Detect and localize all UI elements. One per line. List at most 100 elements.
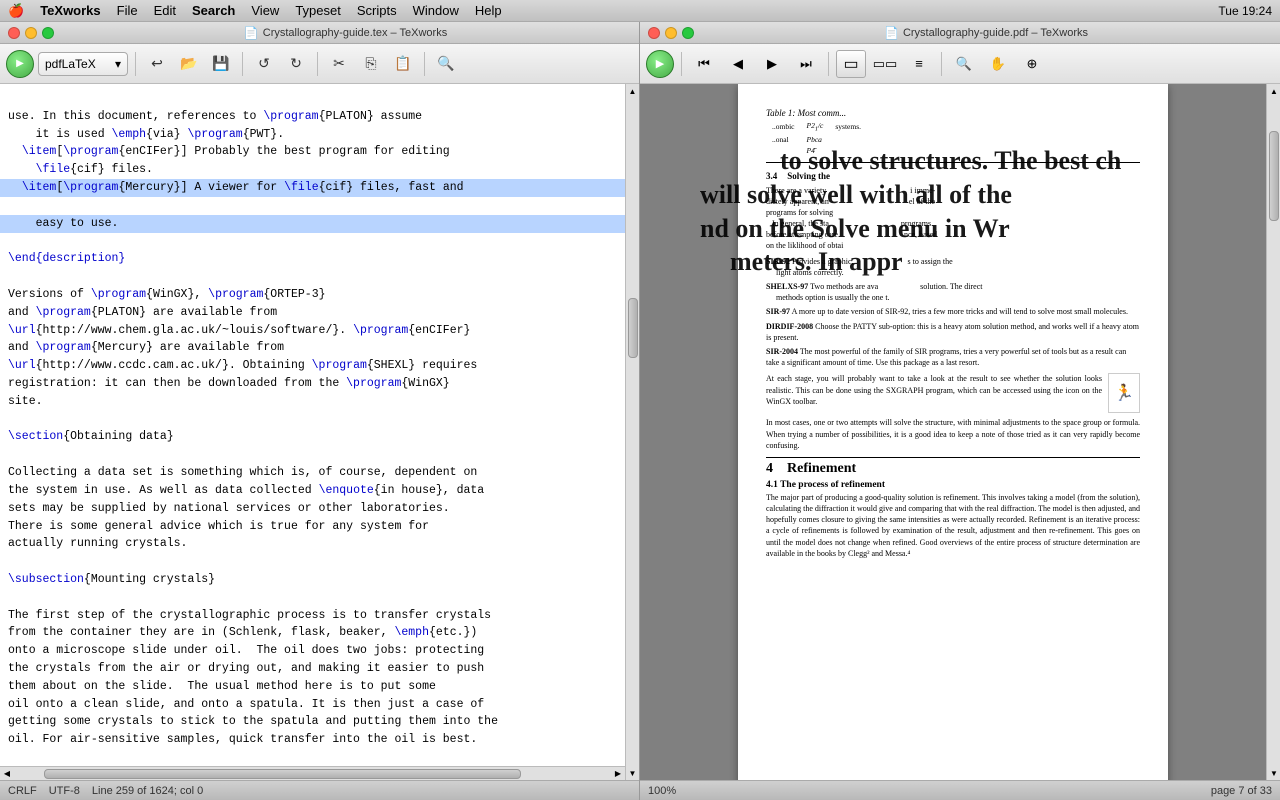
section-3-4-header: 3.4 Solving the (766, 171, 1140, 181)
menu-bar: 🍎 TeXworks File Edit Search View Typeset… (0, 0, 1280, 22)
h-scrollbar-track[interactable] (14, 767, 611, 780)
cut-button[interactable]: ✂ (325, 50, 353, 78)
sir2004-text: The most powerful of the family of SIR p… (766, 347, 1126, 367)
h-scrollbar[interactable]: ◀ ▶ (0, 766, 625, 780)
v-scrollbar[interactable]: ▲ ▼ (625, 84, 639, 780)
pdf-next-page-button[interactable]: ▶ (757, 50, 787, 78)
pdf-page: Table 1: Most comm... ..ombic P21/c syst… (738, 84, 1168, 780)
copy-button[interactable]: ⎘ (357, 50, 385, 78)
table-caption: Table 1: Most comm... (766, 108, 1140, 118)
run-button[interactable]: ▶ (6, 50, 34, 78)
open-button[interactable]: 📂 (175, 50, 203, 78)
redo-button[interactable]: ↻ (282, 50, 310, 78)
pdf-content-area[interactable]: to solve structures. The best ch will so… (640, 84, 1266, 780)
section-4-1-title: 4.1 The process of refinement (766, 480, 885, 490)
table-cell-r3c1 (766, 145, 801, 156)
pdf-first-page-button[interactable]: ⏮ (689, 50, 719, 78)
paste-button[interactable]: 📋 (389, 50, 417, 78)
pdf-v-scrollbar[interactable]: ▲ ▼ (1266, 84, 1280, 780)
pdf-double-page-button[interactable]: ▭▭ (870, 50, 900, 78)
maximize-button[interactable] (42, 27, 54, 39)
pdf-last-page-button[interactable]: ⏭ (791, 50, 821, 78)
dirdif-entry: DIRDIF-2008 Choose the PATTY sub-option:… (766, 321, 1140, 343)
table-cell-r2c2: Pbca (801, 134, 830, 145)
undo2-button[interactable]: ↺ (250, 50, 278, 78)
menu-view[interactable]: View (251, 3, 279, 18)
encoding-status: CRLF (8, 785, 37, 797)
section-4-title: Refinement (787, 461, 856, 476)
pdf-minimize-button[interactable] (665, 27, 677, 39)
pdf-hand-button[interactable]: ✋ (983, 50, 1013, 78)
table-cell-r1c3: systems. (829, 120, 867, 134)
pdf-status-bar: 100% page 7 of 33 (640, 780, 1280, 800)
pdf-scrollbar-thumb[interactable] (1269, 131, 1279, 221)
dropdown-arrow-icon: ▾ (115, 57, 121, 71)
section-4-num-label: 4 (766, 461, 773, 476)
menu-typeset[interactable]: Typeset (295, 3, 341, 18)
pdf-single-page-button[interactable]: ▭ (836, 50, 866, 78)
pdf-maximize-button[interactable] (682, 27, 694, 39)
menu-edit[interactable]: Edit (154, 3, 176, 18)
h-scroll-right[interactable]: ▶ (611, 767, 625, 780)
table-cell-r1c2: P21/c (801, 120, 830, 134)
menu-window[interactable]: Window (413, 3, 459, 18)
pdf-toolbar-sep2 (828, 52, 829, 76)
pdf-scroll-area: to solve structures. The best ch will so… (640, 84, 1280, 780)
table-cell-r3c2: P4̄ (801, 145, 830, 156)
sir97-entry: SIR-97 A more up to date version of SIR-… (766, 306, 1140, 317)
h-scroll-left[interactable]: ◀ (0, 767, 14, 780)
scroll-up-arrow[interactable]: ▲ (626, 84, 640, 98)
pdf-close-button[interactable] (648, 27, 660, 39)
scrollbar-thumb[interactable] (628, 298, 638, 358)
system-time: Tue 19:24 (1218, 4, 1272, 18)
sir97-text: A more up to date version of SIR-92, tri… (792, 307, 1128, 316)
apple-menu[interactable]: 🍎 (8, 3, 24, 19)
editor-main: use. In this document, references to \pr… (0, 84, 625, 780)
menu-search[interactable]: Search (192, 3, 235, 18)
menu-help[interactable]: Help (475, 3, 502, 18)
pdf-prev-page-button[interactable]: ◀ (723, 50, 753, 78)
close-button[interactable] (8, 27, 20, 39)
pdf-select-button[interactable]: ⊕ (1017, 50, 1047, 78)
pdf-zoom-button[interactable]: 🔍 (949, 50, 979, 78)
search-button[interactable]: 🔍 (432, 50, 460, 78)
sir92-label: SIR-92 (766, 257, 790, 266)
dirdif-label: DIRDIF-2008 (766, 322, 813, 331)
sxgraph-para: At each stage, you will probably want to… (766, 373, 1140, 413)
h-scrollbar-thumb[interactable] (44, 769, 522, 779)
menu-scripts[interactable]: Scripts (357, 3, 397, 18)
section-3-4-num: 3.4 (766, 171, 777, 181)
menu-file[interactable]: File (117, 3, 138, 18)
pdf-scroll-up[interactable]: ▲ (1267, 84, 1280, 98)
tex-editor-window: 📄 Crystallography-guide.tex – TeXworks ▶… (0, 22, 640, 800)
pdf-file-icon: 📄 (884, 26, 899, 40)
para-mount: The first step of the crystallographic p… (8, 609, 498, 747)
pdf-table: ..ombic P21/c systems. ..onal Pbca (766, 120, 867, 156)
pdf-scroll-down[interactable]: ▼ (1267, 766, 1280, 780)
typeset-dropdown[interactable]: pdfLaTeX ▾ (38, 52, 128, 76)
line-12: and \program{Mercury} are available from (8, 341, 284, 354)
line-7: \end{description} (8, 252, 125, 265)
save-button[interactable]: 💾 (207, 50, 235, 78)
editor-content[interactable]: use. In this document, references to \pr… (0, 84, 625, 766)
pdf-zoom-level: 100% (648, 785, 676, 797)
line-section: \section (8, 430, 63, 443)
table-cell-r2c1: ..onal (766, 134, 801, 145)
scrollbar-track[interactable] (626, 98, 639, 766)
line-9: Versions of \program{WinGX}, \program{OR… (8, 288, 326, 301)
minimize-button[interactable] (25, 27, 37, 39)
sir2004-label: SIR-2004 (766, 347, 798, 356)
pdf-scrollbar-track[interactable] (1267, 98, 1280, 766)
pdf-continuous-button[interactable]: ≡ (904, 50, 934, 78)
toolbar-separator-1 (135, 52, 136, 76)
shelxs-entry: SHELXS-97 Two methods are ava solution. … (766, 281, 1140, 303)
undo-button[interactable]: ↩ (143, 50, 171, 78)
pdf-run-button[interactable]: ▶ (646, 50, 674, 78)
line-15: site. (8, 395, 43, 408)
sir97-label: SIR-97 (766, 307, 790, 316)
cursor-status: Line 259 of 1624; col 0 (92, 785, 203, 797)
scroll-down-arrow[interactable]: ▼ (626, 766, 640, 780)
pdf-main: to solve structures. The best ch will so… (640, 84, 1266, 780)
tex-title-bar: 📄 Crystallography-guide.tex – TeXworks (0, 22, 639, 44)
tex-file-icon: 📄 (244, 26, 259, 40)
